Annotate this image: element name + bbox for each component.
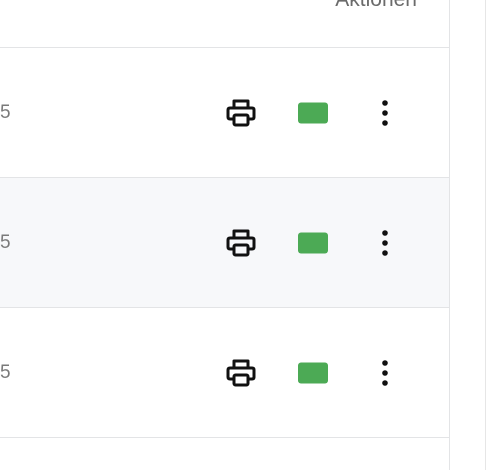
scrollbar-track[interactable] — [485, 0, 498, 470]
print-button[interactable] — [224, 356, 258, 390]
printer-icon — [226, 99, 256, 126]
cell-value: 5 — [0, 361, 11, 383]
cell-value: 5 — [0, 101, 11, 123]
more-actions-button[interactable] — [370, 356, 400, 390]
status-indicator — [298, 232, 328, 253]
more-actions-button[interactable] — [370, 226, 400, 260]
more-vertical-icon — [382, 99, 388, 126]
status-indicator — [298, 362, 328, 383]
printer-icon — [226, 359, 256, 386]
print-button[interactable] — [224, 226, 258, 260]
table-row: 5 — [0, 178, 449, 308]
print-button[interactable] — [224, 96, 258, 130]
cell-value: 5 — [0, 231, 11, 253]
table-row: 5 — [0, 308, 449, 438]
table-header: Aktionen — [0, 0, 449, 48]
more-vertical-icon — [382, 229, 388, 256]
column-header-actions: Aktionen — [335, 0, 417, 12]
printer-icon — [226, 229, 256, 256]
more-actions-button[interactable] — [370, 96, 400, 130]
more-vertical-icon — [382, 359, 388, 386]
status-indicator — [298, 102, 328, 123]
scroll-gutter — [449, 0, 498, 470]
table-row: 5 — [0, 48, 449, 178]
orders-table: Aktionen 5 5 — [0, 0, 449, 470]
viewport: Aktionen 5 5 — [0, 0, 498, 470]
